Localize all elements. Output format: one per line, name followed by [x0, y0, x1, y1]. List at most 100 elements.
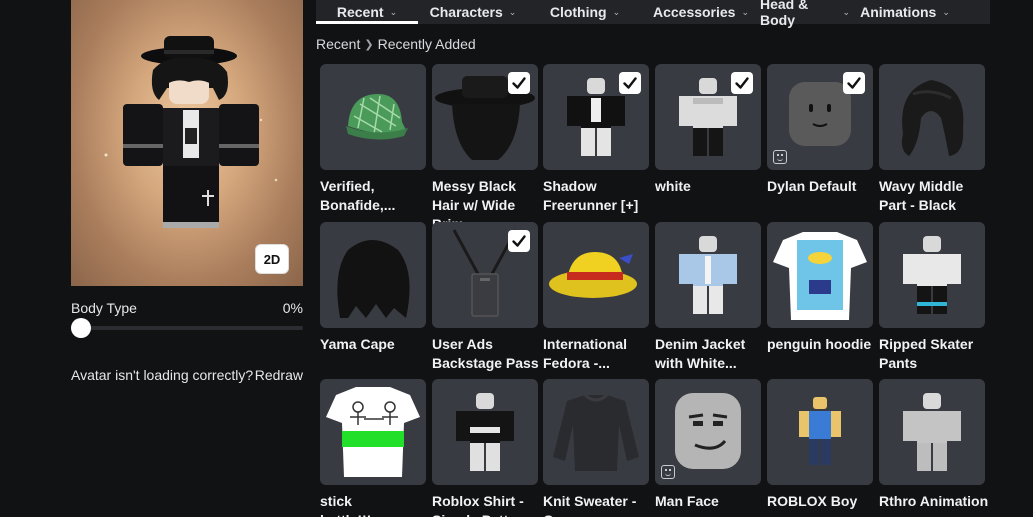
item-card[interactable]: Roblox Shirt - Simple Pattern — [432, 379, 538, 517]
item-thumbnail[interactable] — [543, 379, 649, 485]
roblox-boy-icon — [767, 379, 873, 485]
tab-accessories[interactable]: Accessories ⌄ — [642, 0, 760, 24]
breadcrumb-root[interactable]: Recent — [316, 36, 360, 52]
chevron-down-icon: ⌄ — [942, 6, 950, 17]
chevron-down-icon: ⌄ — [508, 6, 517, 17]
chevron-down-icon: ⌄ — [389, 6, 398, 17]
item-card[interactable]: Verified, Bonafide,... — [320, 64, 426, 215]
redraw-link[interactable]: Redraw — [255, 367, 303, 383]
tab-animations[interactable]: Animations ⌄ — [850, 0, 960, 24]
checkmark-icon[interactable] — [843, 72, 865, 94]
item-name[interactable]: International Fedora -... — [543, 335, 653, 373]
item-card[interactable]: white — [655, 64, 761, 196]
item-thumbnail[interactable] — [432, 379, 538, 485]
item-thumbnail[interactable] — [320, 379, 426, 485]
item-thumbnail[interactable] — [543, 222, 649, 328]
item-card[interactable]: Messy Black Hair w/ Wide Brim... — [432, 64, 538, 234]
item-card[interactable]: International Fedora -... — [543, 222, 649, 373]
item-thumbnail[interactable] — [767, 379, 873, 485]
item-thumbnail[interactable] — [320, 64, 426, 170]
black-wavy-hair-icon — [879, 64, 985, 170]
tab-head-body[interactable]: Head & Body ⌄ — [760, 0, 850, 28]
item-name[interactable]: penguin hoodie — [767, 335, 877, 354]
rthro-animation-icon — [879, 379, 985, 485]
item-card[interactable]: Shadow Freerunner [+] — [543, 64, 649, 215]
item-card[interactable]: Rthro Animation — [879, 379, 988, 511]
view-2d-button[interactable]: 2D — [255, 244, 289, 274]
item-name[interactable]: Verified, Bonafide,... — [320, 177, 430, 215]
checkmark-icon[interactable] — [619, 72, 641, 94]
item-thumbnail[interactable] — [767, 64, 873, 170]
item-thumbnail[interactable] — [320, 222, 426, 328]
item-thumbnail[interactable] — [432, 222, 538, 328]
checkmark-icon[interactable] — [508, 72, 530, 94]
breadcrumb: Recent ❯ Recently Added — [316, 36, 476, 52]
body-type-slider-handle[interactable] — [71, 318, 91, 338]
skater-pants-icon — [879, 222, 985, 328]
item-card[interactable]: Wavy Middle Part - Black — [879, 64, 985, 215]
item-name[interactable]: Rthro Animation — [879, 492, 989, 511]
item-thumbnail[interactable] — [432, 64, 538, 170]
item-thumbnail[interactable] — [655, 64, 761, 170]
avatar-panel: 2D Body Type 0% Avatar isn't loading cor… — [71, 0, 303, 517]
checkmark-icon[interactable] — [731, 72, 753, 94]
item-name[interactable]: Roblox Shirt - Simple Pattern — [432, 492, 542, 517]
tab-label: Recent — [336, 4, 384, 20]
item-thumbnail[interactable] — [879, 64, 985, 170]
tab-label: Animations — [860, 4, 937, 20]
simple-shirt-icon — [432, 379, 538, 485]
penguin-shirt-icon — [767, 222, 873, 328]
chevron-down-icon: ⌄ — [612, 6, 621, 17]
item-thumbnail[interactable] — [543, 64, 649, 170]
item-card[interactable]: ROBLOX Boy — [767, 379, 873, 511]
item-name[interactable]: Yama Cape — [320, 335, 430, 354]
tab-label: Characters — [429, 4, 503, 20]
item-name[interactable]: Denim Jacket with White... — [655, 335, 765, 373]
item-name[interactable]: ROBLOX Boy — [767, 492, 877, 511]
body-type-slider[interactable] — [71, 318, 303, 338]
tab-recent[interactable]: Recent ⌄ — [316, 0, 418, 24]
avatar-loading-notice: Avatar isn't loading correctly? Redraw — [71, 367, 303, 383]
item-name[interactable]: stick battle!!!.png — [320, 492, 430, 517]
body-type-row: Body Type 0% — [71, 300, 303, 316]
checkmark-icon[interactable] — [508, 230, 530, 252]
item-name[interactable]: User Ads Backstage Pass — [432, 335, 542, 373]
avatar-preview[interactable]: 2D — [71, 0, 303, 286]
item-thumbnail[interactable] — [655, 222, 761, 328]
gray-sweater-icon — [543, 379, 649, 485]
item-thumbnail[interactable] — [879, 379, 985, 485]
dynamic-head-icon — [773, 150, 787, 164]
item-name[interactable]: Wavy Middle Part - Black — [879, 177, 989, 215]
item-name[interactable]: Dylan Default — [767, 177, 877, 196]
chevron-down-icon: ⌄ — [842, 6, 850, 17]
item-card[interactable]: Dylan Default — [767, 64, 873, 196]
item-thumbnail[interactable] — [655, 379, 761, 485]
category-tabs: Recent ⌄ Characters ⌄ Clothing ⌄ Accessories ⌄ H… — [316, 0, 990, 28]
tab-label: Head & Body — [760, 0, 809, 28]
item-card[interactable]: Man Face — [655, 379, 761, 511]
item-name[interactable]: white — [655, 177, 765, 196]
green-plaid-cap-icon — [320, 64, 426, 170]
tab-characters[interactable]: Characters ⌄ — [418, 0, 528, 24]
item-name[interactable]: Ripped Skater Pants — [879, 335, 989, 373]
item-card[interactable]: Denim Jacket with White... — [655, 222, 761, 373]
item-thumbnail[interactable] — [767, 222, 873, 328]
avatar-loading-message: Avatar isn't loading correctly? — [71, 367, 254, 383]
item-card[interactable]: penguin hoodie — [767, 222, 873, 354]
item-card[interactable]: Knit Sweater - Gray — [543, 379, 649, 517]
item-card[interactable]: Yama Cape — [320, 222, 426, 354]
dynamic-head-icon — [661, 465, 675, 479]
body-type-value: 0% — [282, 300, 303, 316]
item-card[interactable]: stick battle!!!.png — [320, 379, 426, 517]
item-card[interactable]: User Ads Backstage Pass — [432, 222, 539, 373]
denim-jacket-icon — [655, 222, 761, 328]
item-thumbnail[interactable] — [879, 222, 985, 328]
item-name[interactable]: Man Face — [655, 492, 765, 511]
tab-clothing[interactable]: Clothing ⌄ — [528, 0, 642, 24]
stick-battle-shirt-icon — [320, 379, 426, 485]
item-name[interactable]: Shadow Freerunner [+] — [543, 177, 653, 215]
item-name[interactable]: Knit Sweater - Gray — [543, 492, 653, 517]
tab-label: Accessories — [652, 4, 736, 20]
item-card[interactable]: Ripped Skater Pants — [879, 222, 985, 373]
black-long-hair-icon — [320, 222, 426, 328]
